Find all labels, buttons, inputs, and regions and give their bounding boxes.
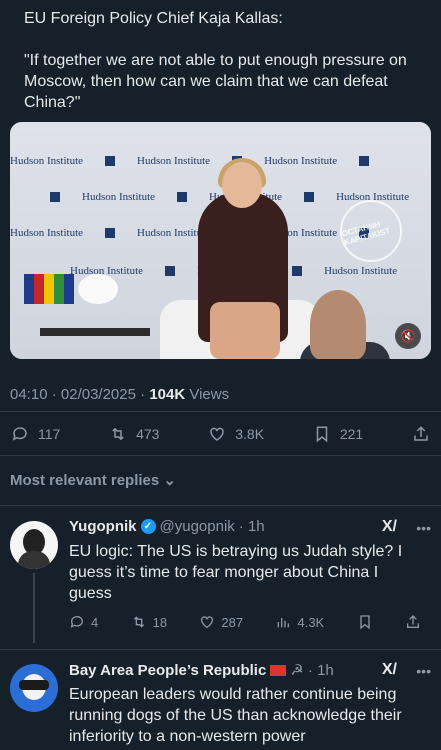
- post-meta: 04:10 · 02/03/2025 · 104K Views: [10, 386, 229, 403]
- reply-count: 4: [91, 614, 99, 630]
- banner-text: Hudson Institute: [137, 155, 211, 167]
- sort-label: Most relevant replies: [10, 472, 160, 489]
- banner-text: Hudson Institute: [10, 155, 84, 167]
- banner-text: Hudson Institute: [10, 227, 84, 239]
- reply-time: ☭ · 1h: [290, 662, 334, 679]
- reply-text: European leaders would rather continue b…: [69, 686, 402, 745]
- banner-text: Hudson Institute: [82, 191, 156, 203]
- side-table: [40, 328, 150, 336]
- views-button[interactable]: 4.3K: [275, 614, 324, 630]
- reply-icon: [69, 614, 85, 630]
- banner-text: Hudson Institute: [324, 265, 398, 277]
- grok-icon[interactable]: X/: [382, 518, 397, 536]
- repost-icon: [131, 614, 147, 630]
- watermark-stamp: OCTAHNH KAPITAKIST: [340, 200, 402, 262]
- divider: [0, 649, 441, 650]
- repost-button[interactable]: 18: [131, 614, 167, 630]
- repost-count: 473: [136, 426, 160, 442]
- heart-icon: [207, 424, 227, 444]
- like-button[interactable]: 3.8K: [207, 424, 264, 444]
- meta-separator: ·: [47, 386, 61, 403]
- grok-icon[interactable]: X/: [382, 661, 397, 679]
- flowers: [78, 274, 118, 304]
- reply-time: · 1h: [238, 518, 265, 535]
- video-media[interactable]: Hudson Institute Hudson Institute Hudson…: [10, 122, 431, 359]
- avatar-torso: [18, 551, 50, 569]
- reply-actions: 4 18 287 4.3K: [69, 614, 421, 630]
- reply-author-name[interactable]: Bay Area People’s Republic: [69, 662, 266, 679]
- stamp-text: OCTAHNH KAPITAKIST: [340, 219, 392, 248]
- divider: [0, 455, 441, 456]
- avatar-visor: [19, 680, 49, 690]
- flag-icon: [270, 664, 287, 676]
- post-line-title: EU Foreign Policy Chief Kaja Kallas:: [24, 10, 283, 27]
- share-icon: [411, 424, 431, 444]
- repost-icon: [108, 424, 128, 444]
- repost-button[interactable]: 473: [108, 424, 159, 444]
- post-text: EU Foreign Policy Chief Kaja Kallas: "If…: [24, 8, 429, 134]
- replies-sort-dropdown[interactable]: Most relevant replies ⌄: [10, 471, 176, 489]
- reply-text: EU logic: The US is betraying us Judah s…: [69, 543, 403, 602]
- reply-author-name[interactable]: Yugopnik: [69, 518, 137, 535]
- banner-text: Hudson Institute: [264, 155, 338, 167]
- interviewer-head: [310, 290, 366, 359]
- reply-handle[interactable]: @yugopnik: [160, 518, 235, 535]
- like-button[interactable]: 287: [199, 614, 243, 630]
- views-count: 104K: [149, 386, 186, 403]
- more-options-icon[interactable]: •••: [416, 520, 431, 536]
- share-button[interactable]: [411, 424, 431, 444]
- avatar[interactable]: [10, 664, 58, 712]
- analytics-icon: [275, 614, 291, 630]
- repost-count: 18: [152, 614, 168, 630]
- reply-icon: [10, 424, 30, 444]
- flags: [24, 274, 74, 304]
- verified-badge-icon: ✓: [140, 519, 156, 534]
- like-count: 3.8K: [235, 426, 265, 442]
- heart-icon: [199, 614, 215, 630]
- post-actions: 117 473 3.8K 221: [10, 424, 431, 444]
- views-count: 4.3K: [297, 614, 325, 630]
- post-quote: "If together we are not able to put enou…: [24, 52, 407, 111]
- divider: [0, 411, 441, 412]
- bookmark-button[interactable]: [357, 614, 373, 630]
- reply-count: 117: [38, 426, 61, 442]
- bookmark-button[interactable]: 221: [312, 424, 363, 444]
- post-date: 02/03/2025: [60, 386, 136, 403]
- bookmark-count: 221: [339, 426, 364, 442]
- reply-button[interactable]: 117: [10, 424, 60, 444]
- speaker-head: [222, 162, 262, 208]
- speaker-legs: [210, 302, 280, 359]
- reply-header: Bay Area People’s Republic ☭ · 1h: [69, 661, 334, 680]
- more-options-icon[interactable]: •••: [416, 663, 431, 679]
- views-label: Views: [185, 386, 230, 403]
- bookmark-icon: [312, 424, 332, 444]
- avatar[interactable]: [10, 521, 58, 569]
- share-icon: [405, 614, 421, 630]
- like-count: 287: [221, 614, 244, 630]
- meta-separator: ·: [135, 386, 150, 403]
- thread-line: [33, 573, 35, 643]
- bookmark-icon: [357, 614, 373, 630]
- share-button[interactable]: [405, 614, 421, 630]
- reply-button[interactable]: 4: [69, 614, 98, 630]
- chevron-down-icon: ⌄: [163, 472, 176, 489]
- divider: [0, 505, 441, 506]
- post-time: 04:10: [10, 386, 48, 403]
- mute-icon[interactable]: 🔇: [395, 323, 421, 349]
- reply-header: Yugopnik ✓ @yugopnik · 1h: [69, 518, 265, 535]
